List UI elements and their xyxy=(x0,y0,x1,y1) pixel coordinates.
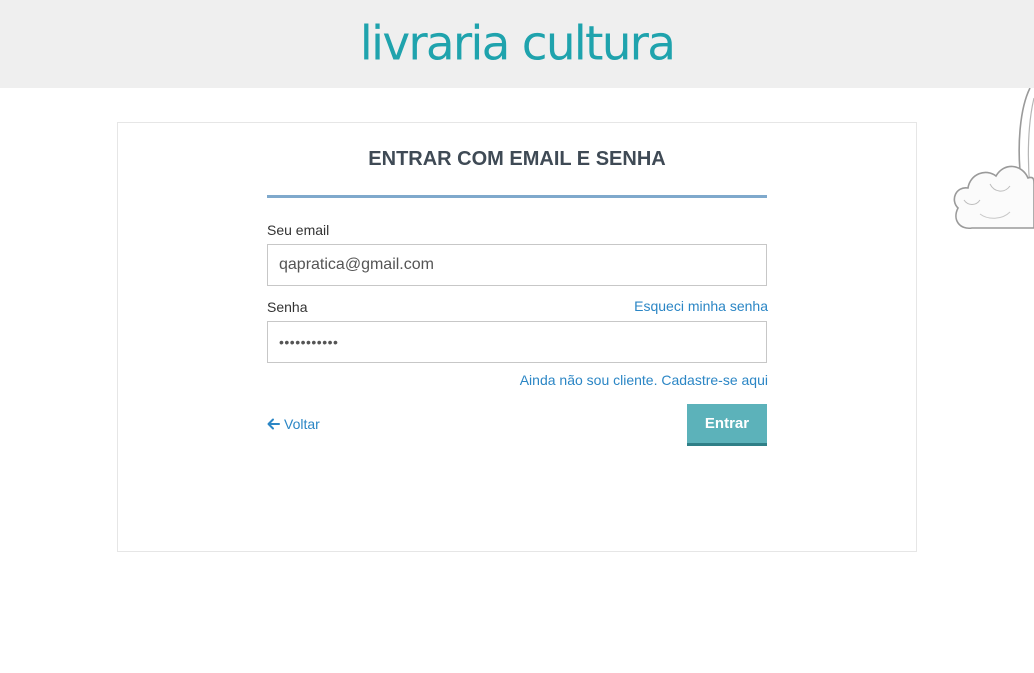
email-label: Seu email xyxy=(267,222,330,238)
email-field[interactable] xyxy=(267,244,767,286)
cloud-illustration xyxy=(953,88,1034,230)
back-label: Voltar xyxy=(284,416,320,432)
password-field[interactable] xyxy=(267,321,767,363)
login-title: ENTRAR COM EMAIL E SENHA xyxy=(368,148,666,170)
submit-button[interactable]: Entrar xyxy=(687,404,767,446)
login-card: ENTRAR COM EMAIL E SENHA Seu email Senha… xyxy=(117,122,917,552)
arrow-left-icon xyxy=(267,418,280,430)
site-header: livraria cultura xyxy=(0,0,1034,88)
logo[interactable]: livraria cultura xyxy=(360,21,676,68)
register-link[interactable]: Ainda não sou cliente. Cadastre-se aqui xyxy=(520,372,768,388)
back-link[interactable]: Voltar xyxy=(267,416,320,432)
title-divider xyxy=(267,195,767,198)
password-label: Senha xyxy=(267,299,308,315)
forgot-password-link[interactable]: Esqueci minha senha xyxy=(634,298,768,314)
